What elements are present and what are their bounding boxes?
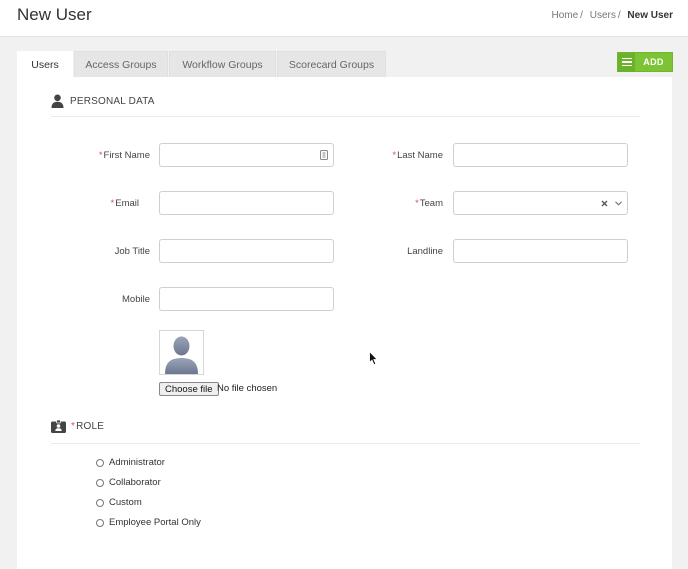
top-bar: New User Home / Users / New User (0, 0, 688, 37)
role-option-custom[interactable]: Custom (96, 497, 142, 508)
required-mark: * (71, 421, 76, 432)
mobile-label: Mobile (122, 294, 150, 305)
divider (51, 443, 640, 444)
clear-icon[interactable] (601, 200, 608, 207)
divider (51, 116, 640, 117)
required-mark: * (98, 150, 103, 161)
last-name-label: *Last Name (392, 150, 443, 161)
breadcrumb-current: New User (627, 10, 673, 21)
role-option-employee-portal-only[interactable]: Employee Portal Only (96, 517, 201, 528)
menu-icon (618, 52, 635, 72)
job-title-label: Job Title (114, 246, 150, 257)
role-heading: * ROLE (51, 420, 104, 433)
mobile-input[interactable] (159, 287, 334, 311)
add-button-label: ADD (643, 57, 664, 67)
breadcrumb-home[interactable]: Home (551, 10, 578, 21)
radio-button[interactable] (96, 458, 104, 467)
role-title: ROLE (76, 421, 105, 432)
avatar-placeholder-icon (165, 336, 198, 374)
avatar (159, 330, 204, 375)
first-name-input[interactable] (159, 143, 334, 167)
first-name-label: *First Name (98, 150, 150, 161)
radio-button[interactable] (96, 478, 104, 487)
form-panel: PERSONAL DATA *First Name *Last Name *Em… (17, 77, 672, 569)
required-mark: * (392, 150, 397, 161)
breadcrumb-separator: / (580, 10, 583, 21)
email-input[interactable] (159, 191, 334, 215)
breadcrumb: Home / Users / New User (551, 10, 673, 21)
email-label: *Email (110, 198, 139, 209)
radio-button[interactable] (96, 518, 104, 527)
job-title-input[interactable] (159, 239, 334, 263)
tab-users[interactable]: Users (17, 51, 73, 78)
required-mark: * (415, 198, 419, 209)
radio-button[interactable] (96, 498, 104, 507)
tab-scorecard-groups[interactable]: Scorecard Groups (277, 51, 386, 78)
choose-file-button[interactable]: Choose file (159, 382, 219, 396)
personal-data-heading: PERSONAL DATA (51, 94, 155, 108)
tab-workflow-groups[interactable]: Workflow Groups (169, 51, 276, 78)
role-option-administrator[interactable]: Administrator (96, 457, 165, 468)
breadcrumb-separator: / (617, 10, 621, 21)
mouse-cursor-icon (369, 351, 379, 366)
personal-data-title: PERSONAL DATA (70, 95, 155, 107)
id-badge-icon (51, 420, 66, 433)
landline-label: Landline (407, 246, 443, 257)
add-button[interactable]: ADD (617, 52, 673, 72)
required-mark: * (110, 198, 115, 209)
chevron-down-icon[interactable] (615, 201, 622, 206)
last-name-input[interactable] (453, 143, 628, 167)
landline-input[interactable] (453, 239, 628, 263)
role-option-collaborator[interactable]: Collaborator (96, 477, 161, 488)
team-label: *Team (415, 198, 443, 209)
file-status: No file chosen (217, 383, 278, 394)
breadcrumb-users[interactable]: Users (590, 10, 616, 21)
tab-access-groups[interactable]: Access Groups (74, 51, 168, 78)
team-select[interactable] (453, 191, 628, 215)
page-title: New User (17, 5, 92, 24)
person-icon (51, 94, 64, 108)
